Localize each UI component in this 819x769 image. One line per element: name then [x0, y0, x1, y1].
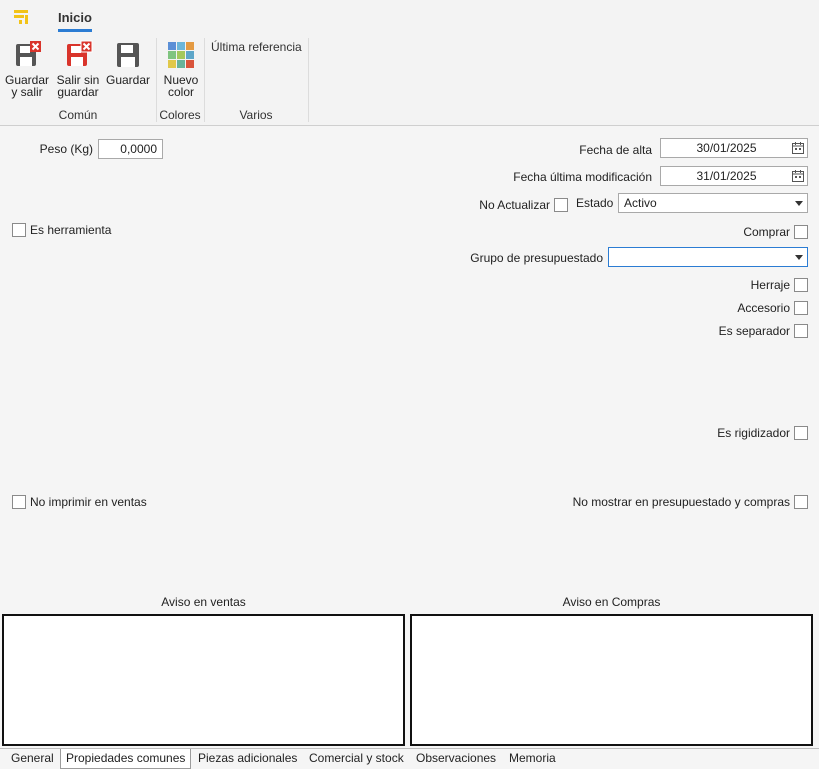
fecha-alta-label: Fecha de alta	[579, 143, 652, 157]
fecha-mod-value: 31/01/2025	[696, 169, 757, 183]
dropdown-arrow-icon	[795, 201, 803, 206]
aviso-compras-label: Aviso en Compras	[562, 595, 661, 609]
herraje-checkbox[interactable]	[794, 278, 808, 292]
no-imprimir-label: No imprimir en ventas	[30, 495, 147, 509]
save-exit-button[interactable]: Guardar y salir	[4, 40, 50, 98]
estado-select[interactable]: Activo	[618, 193, 808, 213]
save-label: Guardar	[105, 73, 151, 87]
comprar-label: Comprar	[743, 225, 790, 239]
no-actualizar-checkbox[interactable]	[554, 198, 568, 212]
calendar-icon[interactable]	[792, 170, 804, 182]
tab-memoria[interactable]: Memoria	[504, 749, 561, 769]
ultima-referencia: Última referencia	[211, 40, 302, 54]
no-mostrar-checkbox[interactable]	[794, 495, 808, 509]
fecha-mod-label: Fecha última modificación	[513, 170, 652, 184]
tab-general[interactable]: General	[6, 749, 59, 769]
ribbon: Inicio Guardar y salir Salir sin guardar	[0, 0, 819, 126]
fecha-mod-field[interactable]: 31/01/2025	[660, 166, 808, 186]
tab-inicio[interactable]: Inicio	[58, 10, 92, 25]
es-herramienta-label: Es herramienta	[30, 223, 112, 237]
comprar-checkbox[interactable]	[794, 225, 808, 239]
herraje-label: Herraje	[750, 278, 790, 292]
accesorio-checkbox[interactable]	[794, 301, 808, 315]
grupo-select[interactable]	[608, 247, 808, 267]
peso-field[interactable]: 0,0000	[98, 139, 163, 159]
exit-no-save-button[interactable]: Salir sin guardar	[54, 40, 102, 98]
aviso-ventas-textarea[interactable]	[2, 614, 405, 746]
save-exit-icon	[16, 41, 41, 66]
group-label-comun: Común	[58, 108, 98, 122]
estado-label: Estado	[576, 196, 614, 210]
group-label-varios: Varios	[239, 108, 273, 122]
app-logo-icon[interactable]	[12, 8, 32, 28]
tab-active-indicator	[58, 29, 92, 32]
es-separador-checkbox[interactable]	[794, 324, 808, 338]
es-rigidizador-label: Es rigidizador	[717, 426, 790, 440]
exit-no-save-label: Salir sin guardar	[56, 73, 100, 99]
calendar-icon[interactable]	[792, 142, 804, 154]
new-color-label: Nuevo color	[163, 73, 199, 99]
fecha-alta-value: 30/01/2025	[696, 141, 757, 155]
aviso-compras-textarea[interactable]	[410, 614, 813, 746]
tab-propiedades-comunes[interactable]: Propiedades comunes	[60, 749, 192, 769]
tab-observaciones[interactable]: Observaciones	[411, 749, 501, 769]
fecha-alta-field[interactable]: 30/01/2025	[660, 138, 808, 158]
exit-no-save-icon	[67, 40, 93, 66]
accesorio-label: Accesorio	[737, 301, 790, 315]
tab-piezas-adicionales[interactable]: Piezas adicionales	[193, 749, 302, 769]
es-separador-label: Es separador	[718, 324, 790, 338]
es-rigidizador-checkbox[interactable]	[794, 426, 808, 440]
peso-label: Peso (Kg)	[39, 142, 93, 156]
no-mostrar-label: No mostrar en presupuestado y compras	[572, 495, 790, 509]
no-imprimir-checkbox[interactable]	[12, 495, 26, 509]
aviso-ventas-label: Aviso en ventas	[161, 595, 246, 609]
dropdown-arrow-icon	[795, 255, 803, 260]
no-actualizar-label: No Actualizar	[479, 198, 550, 212]
save-button[interactable]: Guardar	[104, 40, 152, 86]
estado-value: Activo	[624, 196, 657, 210]
group-label-colores: Colores	[159, 108, 201, 122]
save-icon	[117, 43, 139, 67]
save-exit-label: Guardar y salir	[4, 73, 50, 99]
es-herramienta-checkbox[interactable]	[12, 223, 26, 237]
tab-comercial-stock[interactable]: Comercial y stock	[304, 749, 409, 769]
grupo-label: Grupo de presupuestado	[470, 251, 603, 265]
new-color-button[interactable]: Nuevo color	[160, 40, 202, 98]
group-separator	[308, 38, 309, 122]
color-palette-icon	[168, 42, 194, 68]
